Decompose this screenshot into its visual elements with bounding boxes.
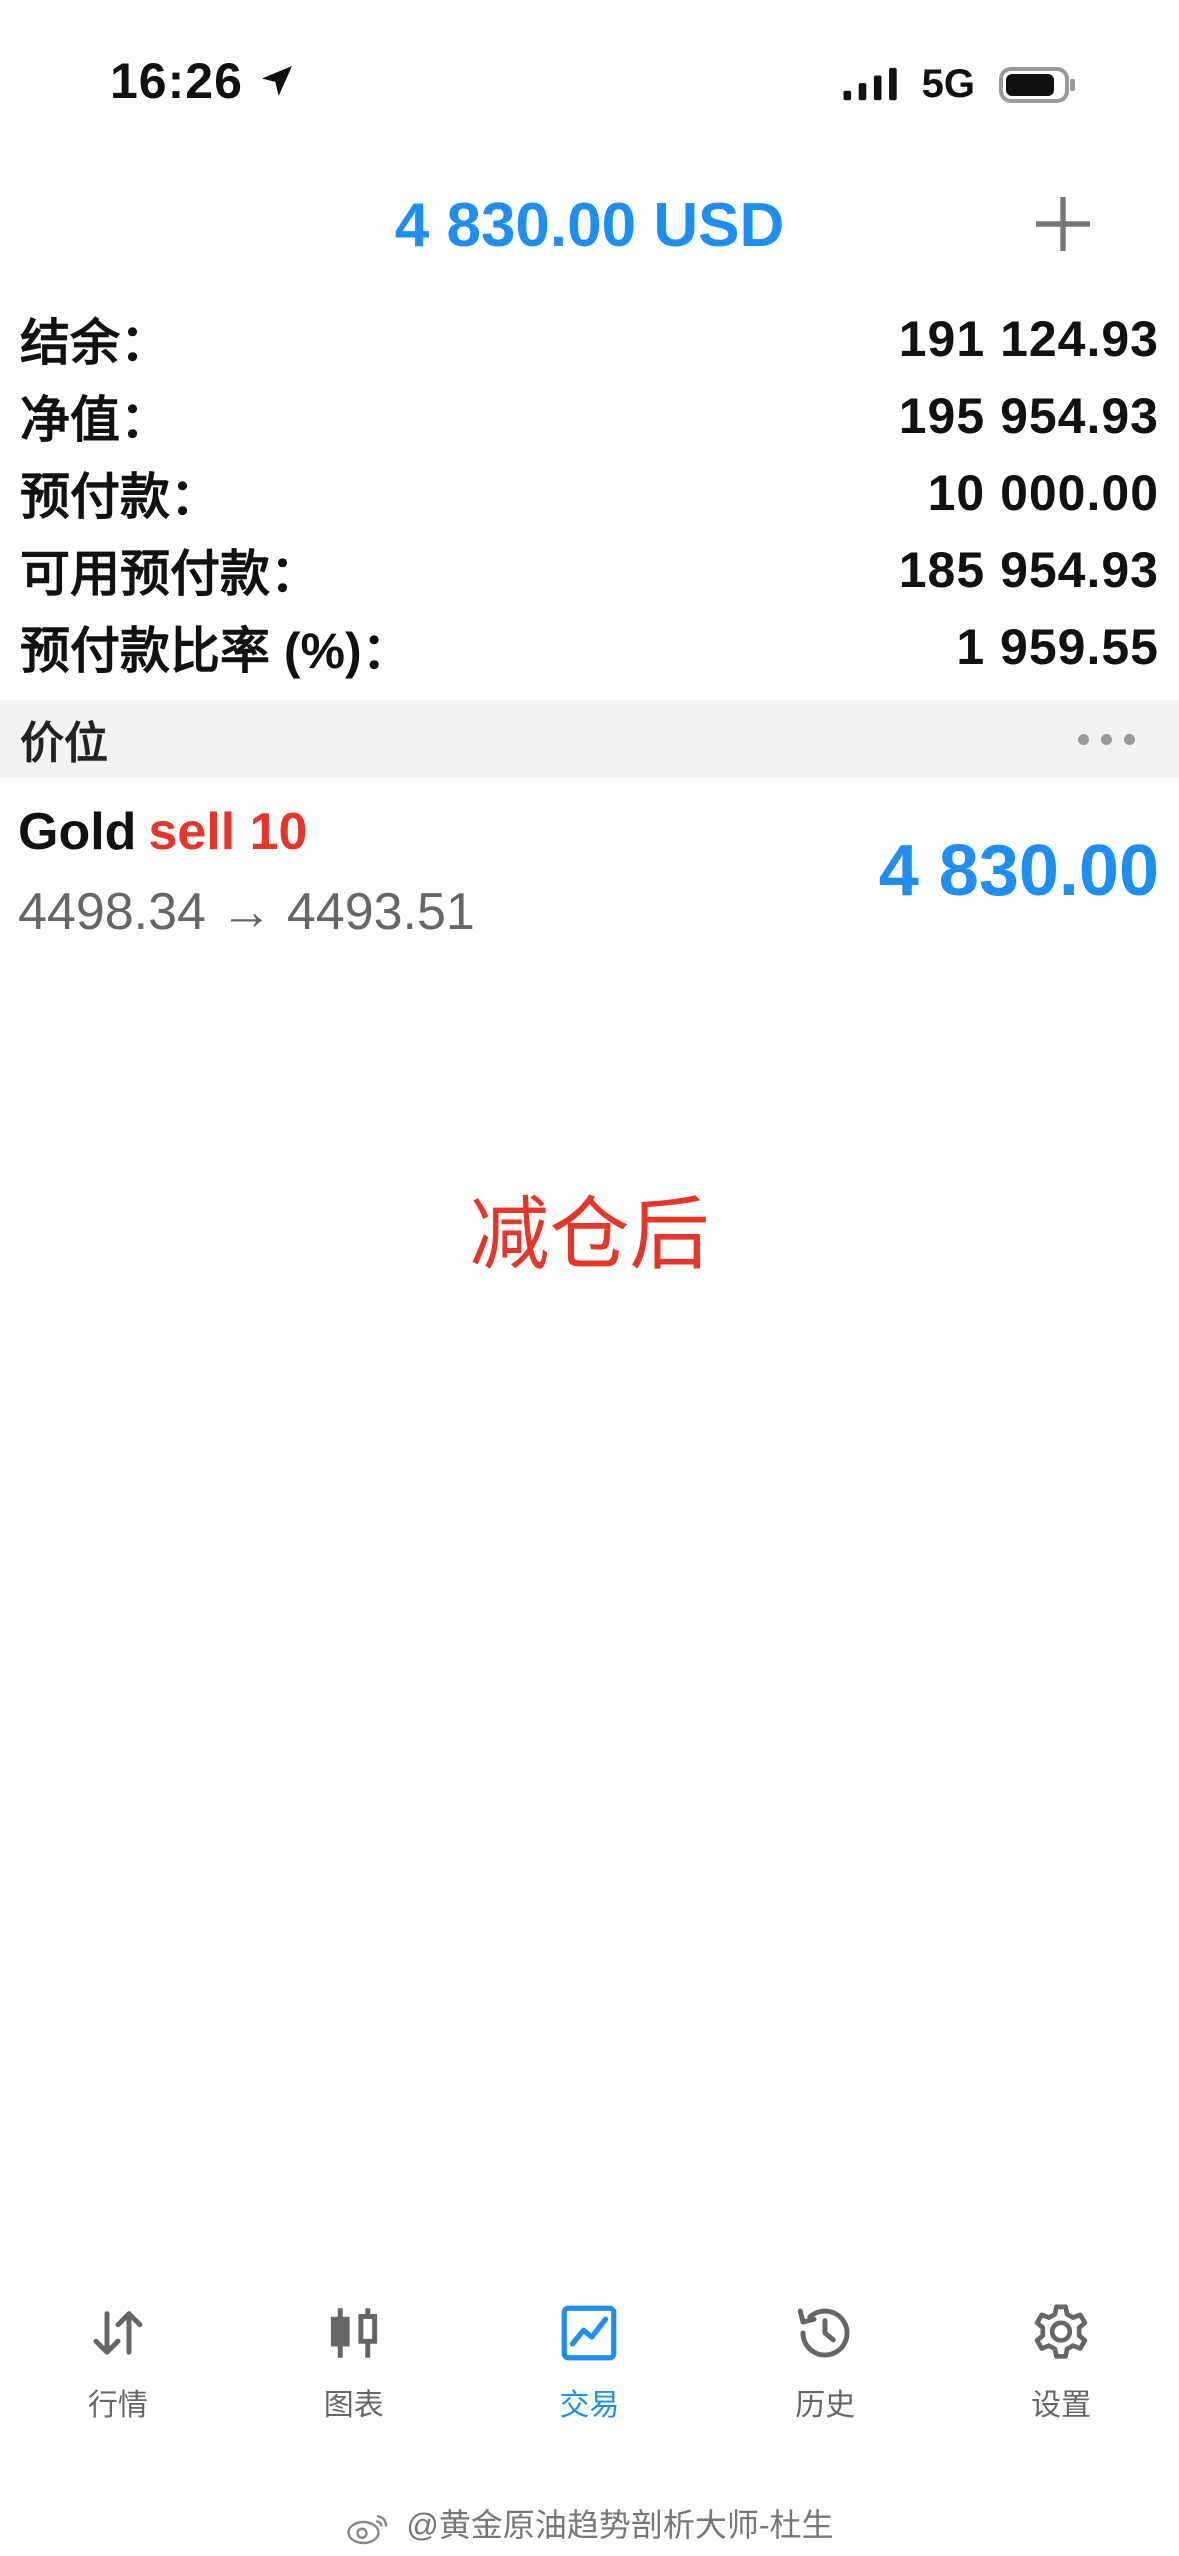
tab-label: 历史 bbox=[795, 2389, 856, 2422]
summary-value: 10 000.00 bbox=[927, 464, 1159, 521]
tab-trade[interactable]: 交易 bbox=[489, 2300, 689, 2424]
more-options-button[interactable] bbox=[1078, 733, 1159, 745]
annotation-caption: 减仓后 bbox=[469, 1190, 710, 1279]
signal-icon bbox=[843, 67, 897, 100]
position-prices: 4498.34 → 4493.51 bbox=[18, 883, 475, 941]
add-order-button[interactable] bbox=[1027, 188, 1099, 260]
more-dot-icon bbox=[1124, 733, 1135, 745]
tab-quotes[interactable]: 行情 bbox=[18, 2300, 218, 2424]
header: 4 830.00 USD bbox=[0, 170, 1179, 280]
position-profit: 4 830.00 bbox=[878, 831, 1159, 911]
status-time: 16:26 bbox=[110, 52, 297, 110]
positions-section-header: 价位 bbox=[0, 700, 1179, 778]
tab-chart[interactable]: 图表 bbox=[254, 2300, 454, 2424]
summary-row-equity: 净值： 195 954.93 bbox=[0, 377, 1179, 454]
location-arrow-icon bbox=[261, 66, 292, 96]
tab-label: 图表 bbox=[323, 2389, 384, 2422]
section-title: 价位 bbox=[20, 719, 108, 768]
summary-value: 191 124.93 bbox=[898, 310, 1159, 367]
trade-chart-icon bbox=[562, 2305, 617, 2361]
summary-row-balance: 结余： 191 124.93 bbox=[0, 300, 1179, 377]
clock-text: 16:26 bbox=[110, 53, 243, 109]
summary-value: 195 954.93 bbox=[898, 387, 1159, 444]
history-clock-icon bbox=[798, 2308, 850, 2358]
tab-history[interactable]: 历史 bbox=[725, 2300, 925, 2424]
header-profit-title: 4 830.00 USD bbox=[394, 191, 785, 260]
position-row[interactable]: Gold sell 10 4498.34 → 4493.51 4 830.00 bbox=[0, 790, 1179, 960]
position-symbol: Gold bbox=[18, 803, 137, 861]
gear-icon bbox=[1034, 2304, 1088, 2359]
candlestick-chart-icon bbox=[330, 2308, 377, 2358]
tab-label: 行情 bbox=[87, 2389, 148, 2422]
summary-label: 可用预付款： bbox=[20, 545, 320, 602]
position-title: Gold sell 10 bbox=[18, 802, 307, 862]
quotes-arrows-icon bbox=[93, 2311, 143, 2355]
weibo-logo-icon bbox=[347, 2514, 388, 2544]
status-bar: 16:26 5G bbox=[0, 0, 1179, 170]
tab-label: 设置 bbox=[1031, 2389, 1092, 2422]
summary-value: 1 959.55 bbox=[956, 618, 1159, 675]
summary-row-free-margin: 可用预付款： 185 954.93 bbox=[0, 531, 1179, 608]
status-indicators: 5G bbox=[840, 62, 1079, 107]
position-side: sell 10 bbox=[148, 803, 308, 861]
summary-label: 净值： bbox=[20, 391, 170, 448]
summary-row-margin-level: 预付款比率 (%)： 1 959.55 bbox=[0, 608, 1179, 685]
watermark-text: @黄金原油趋势剖析大师-杜生 bbox=[406, 2507, 834, 2543]
summary-row-margin: 预付款： 10 000.00 bbox=[0, 454, 1179, 531]
network-label: 5G bbox=[921, 62, 975, 106]
tab-label: 交易 bbox=[559, 2389, 620, 2422]
account-summary: 结余： 191 124.93 净值： 195 954.93 预付款： 10 00… bbox=[0, 300, 1179, 685]
summary-label: 预付款比率 (%)： bbox=[20, 622, 412, 679]
more-dot-icon bbox=[1078, 733, 1089, 745]
battery-icon bbox=[999, 66, 1075, 103]
bottom-tab-bar: 行情 图表 交易 历史 设置 bbox=[0, 2300, 1179, 2450]
tab-settings[interactable]: 设置 bbox=[961, 2300, 1161, 2424]
summary-label: 结余： bbox=[20, 314, 170, 371]
more-dot-icon bbox=[1101, 733, 1112, 745]
summary-label: 预付款： bbox=[20, 468, 220, 525]
watermark: @黄金原油趋势剖析大师-杜生 bbox=[0, 2500, 1179, 2546]
summary-value: 185 954.93 bbox=[898, 541, 1159, 598]
